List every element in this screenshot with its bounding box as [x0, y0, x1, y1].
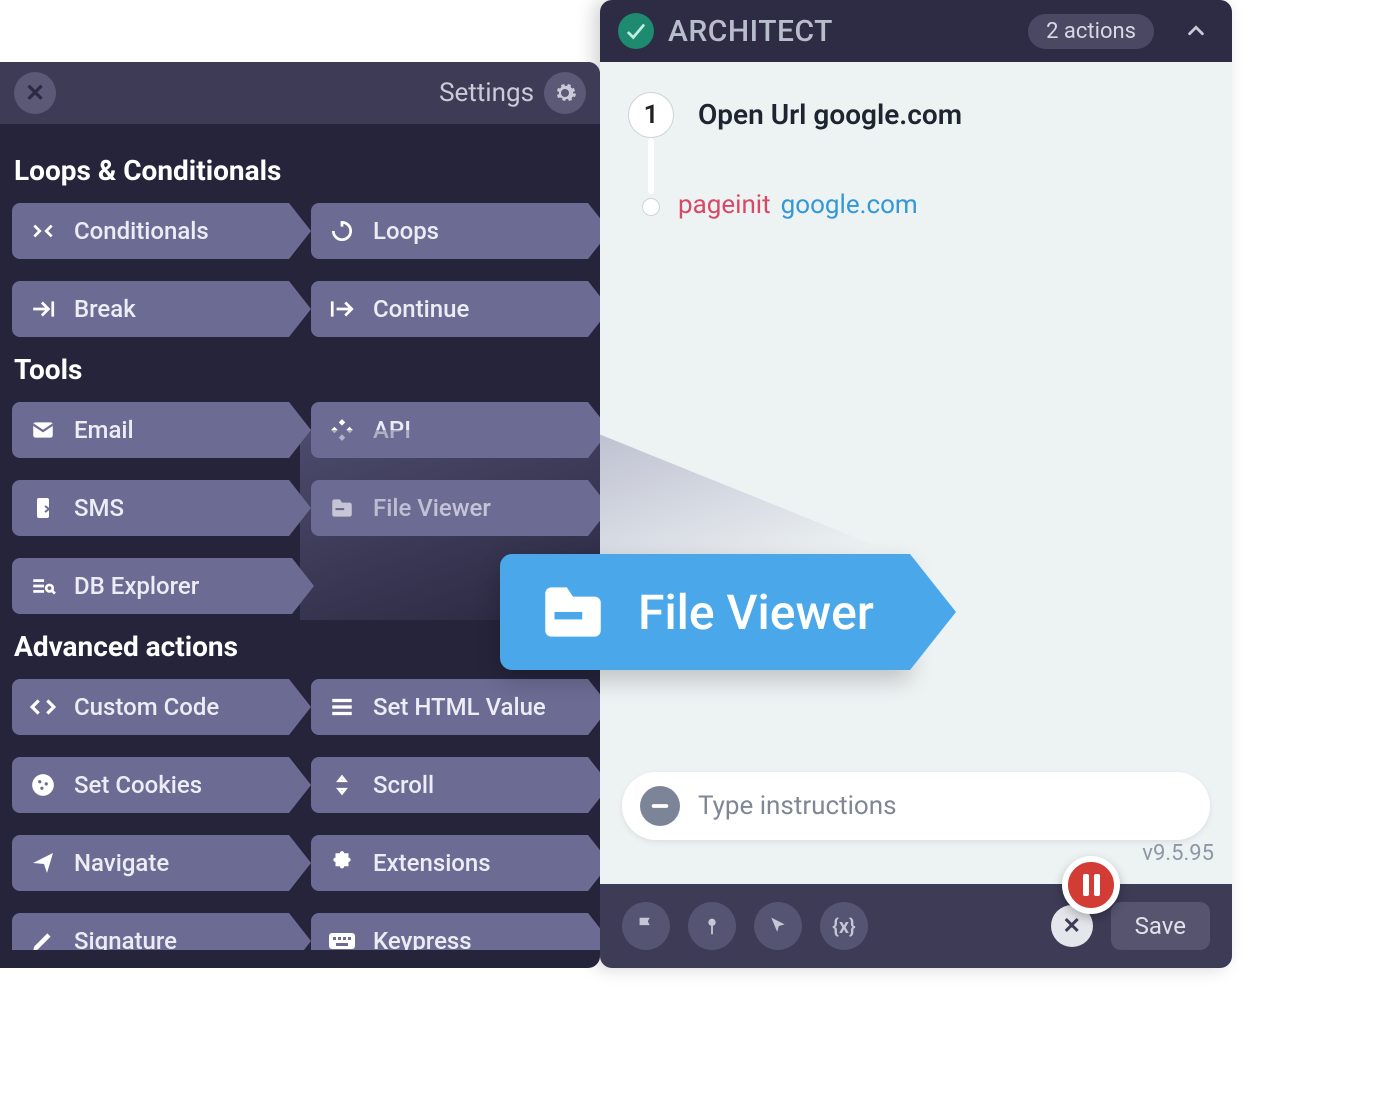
palette-header: ✕ Settings — [0, 62, 600, 124]
chip-extensions[interactable]: Extensions — [311, 835, 588, 891]
settings-button[interactable]: Settings — [439, 72, 586, 114]
chip-set-cookies[interactable]: Set Cookies — [12, 757, 289, 813]
actions-count-badge[interactable]: 2 actions — [1028, 14, 1154, 49]
action-item-1[interactable]: 1 Open Url google.com — [628, 92, 1204, 138]
pause-icon — [1083, 874, 1100, 896]
gear-icon — [544, 72, 586, 114]
list-icon — [327, 692, 357, 722]
chip-email[interactable]: Email — [12, 402, 289, 458]
sub-step-line: pageinit google.com — [678, 190, 918, 220]
chip-set-html[interactable]: Set HTML Value — [311, 679, 588, 735]
instructions-placeholder: Type instructions — [698, 791, 1192, 821]
chip-loops[interactable]: Loops — [311, 203, 588, 259]
section-title-tools: Tools — [14, 353, 588, 386]
mail-icon — [28, 415, 58, 445]
loop-icon — [327, 216, 357, 246]
dragging-file-viewer-chip[interactable]: File Viewer — [500, 554, 910, 670]
cookie-icon — [28, 770, 58, 800]
save-button[interactable]: Save — [1111, 902, 1210, 950]
sub-step-url: google.com — [781, 190, 918, 220]
continue-icon — [327, 294, 357, 324]
chip-custom-code[interactable]: Custom Code — [12, 679, 289, 735]
sub-step-kind: pageinit — [678, 190, 771, 220]
sub-step-dot — [642, 198, 660, 216]
architect-footer: {x} ✕ Save — [600, 884, 1232, 968]
chip-db-explorer[interactable]: DB Explorer — [12, 558, 292, 614]
chip-sms[interactable]: SMS — [12, 480, 289, 536]
chip-keypress[interactable]: Keypress — [311, 913, 588, 950]
sms-icon — [28, 493, 58, 523]
chip-api[interactable]: API — [311, 402, 588, 458]
instructions-input-bar[interactable]: Type instructions — [622, 772, 1210, 840]
settings-label: Settings — [439, 78, 534, 108]
action-step-number: 1 — [628, 92, 674, 138]
signature-icon — [28, 926, 58, 950]
section-title-loops: Loops & Conditionals — [14, 154, 588, 187]
branch-icon — [28, 216, 58, 246]
minus-circle-icon[interactable] — [640, 786, 680, 826]
collapse-chevron-icon[interactable] — [1178, 13, 1214, 49]
variables-icon[interactable]: {x} — [820, 902, 868, 950]
pause-button[interactable] — [1062, 856, 1120, 914]
palette-panel: ✕ Settings Loops & Conditionals Conditio… — [0, 62, 600, 968]
architect-title: ARCHITECT — [668, 14, 833, 49]
cursor-icon[interactable] — [754, 902, 802, 950]
db-icon — [28, 571, 58, 601]
chip-signature[interactable]: Signature — [12, 913, 289, 950]
puzzle-icon — [327, 848, 357, 878]
architect-logo-icon — [618, 13, 654, 49]
version-label: v9.5.95 — [1142, 841, 1214, 866]
navigate-icon — [28, 848, 58, 878]
chip-conditionals[interactable]: Conditionals — [12, 203, 289, 259]
folder-icon — [327, 493, 357, 523]
keyboard-icon — [327, 926, 357, 950]
break-icon — [28, 294, 58, 324]
code-icon — [28, 692, 58, 722]
architect-panel: ARCHITECT 2 actions 1 Open Url google.co… — [600, 0, 1232, 968]
chip-navigate[interactable]: Navigate — [12, 835, 289, 891]
palette-close-button[interactable]: ✕ — [14, 72, 56, 114]
api-icon — [327, 415, 357, 445]
chip-file-viewer[interactable]: File Viewer — [311, 480, 588, 536]
architect-header: ARCHITECT 2 actions — [600, 0, 1232, 62]
action-step-title: Open Url google.com — [698, 98, 962, 131]
folder-icon — [536, 575, 610, 649]
step-connector — [648, 138, 654, 194]
scroll-icon — [327, 770, 357, 800]
flag-icon[interactable] — [622, 902, 670, 950]
chip-break[interactable]: Break — [12, 281, 289, 337]
pin-icon[interactable] — [688, 902, 736, 950]
chip-continue[interactable]: Continue — [311, 281, 588, 337]
chip-scroll[interactable]: Scroll — [311, 757, 588, 813]
actions-list: 1 Open Url google.com pageinit google.co… — [600, 62, 1232, 853]
dragging-chip-label: File Viewer — [638, 584, 874, 641]
